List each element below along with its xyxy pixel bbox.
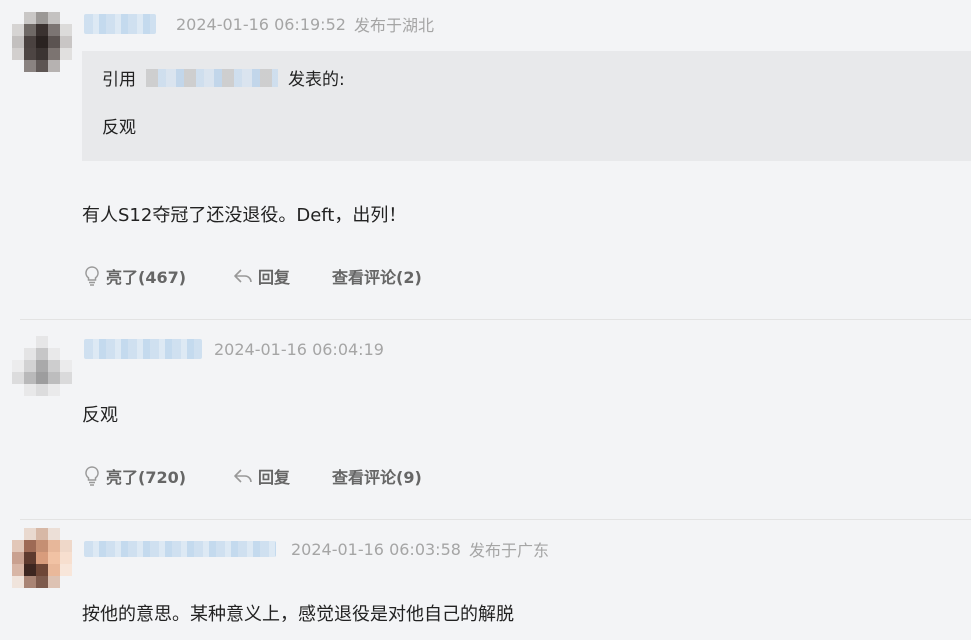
username[interactable] [84, 339, 202, 359]
location: 发布于广东 [468, 541, 549, 560]
like-label: 亮了(720) [106, 468, 187, 487]
comment-actions: 亮了(720) 回复 查看评论(9) [82, 464, 422, 488]
quote-header: 引用 发表的: [102, 65, 345, 90]
avatar[interactable] [12, 336, 72, 396]
divider [20, 319, 971, 320]
lightbulb-icon [85, 466, 99, 486]
quoted-username[interactable] [146, 68, 278, 87]
timestamp: 2024-01-16 06:03:58 [291, 539, 461, 559]
comment-header: 2024-01-16 06:19:52 发布于湖北 [84, 11, 434, 37]
view-comments-button[interactable]: 查看评论(2) [332, 264, 422, 288]
comment-actions: 亮了(467) 回复 查看评论(2) [82, 264, 422, 288]
divider [20, 519, 971, 520]
reply-arrow-icon [234, 269, 252, 283]
view-comments-label: 查看评论(2) [332, 268, 422, 287]
reply-label: 回复 [258, 268, 291, 287]
like-button[interactable]: 亮了(720) [82, 464, 186, 488]
username[interactable] [84, 541, 276, 557]
quote-block: 引用 发表的: 反观 [82, 51, 971, 161]
username[interactable] [84, 14, 156, 34]
comment-body: 按他的意思。某种意义上，感觉退役是对他自己的解脱 [82, 604, 514, 625]
reply-button[interactable]: 回复 [232, 264, 290, 288]
timestamp: 2024-01-16 06:04:19 [214, 339, 384, 359]
like-label: 亮了(467) [106, 268, 187, 287]
quote-suffix: 发表的: [288, 70, 345, 90]
comment-body: 有人S12夺冠了还没退役。Deft，出列！ [82, 205, 407, 226]
lightbulb-icon [85, 266, 99, 286]
location: 发布于湖北 [353, 16, 434, 35]
reply-arrow-icon [234, 469, 252, 483]
comment-header: 2024-01-16 06:04:19 [84, 336, 384, 362]
view-comments-button[interactable]: 查看评论(9) [332, 464, 422, 488]
avatar[interactable] [12, 12, 72, 72]
avatar[interactable] [12, 528, 72, 588]
comment-header: 2024-01-16 06:03:58 发布于广东 [84, 536, 549, 562]
quote-prefix: 引用 [102, 70, 136, 90]
view-comments-label: 查看评论(9) [332, 468, 422, 487]
timestamp: 2024-01-16 06:19:52 [176, 14, 346, 34]
like-button[interactable]: 亮了(467) [82, 264, 186, 288]
reply-button[interactable]: 回复 [232, 464, 290, 488]
reply-label: 回复 [258, 468, 291, 487]
comment-body: 反观 [82, 405, 118, 426]
quote-text: 反观 [102, 118, 136, 138]
